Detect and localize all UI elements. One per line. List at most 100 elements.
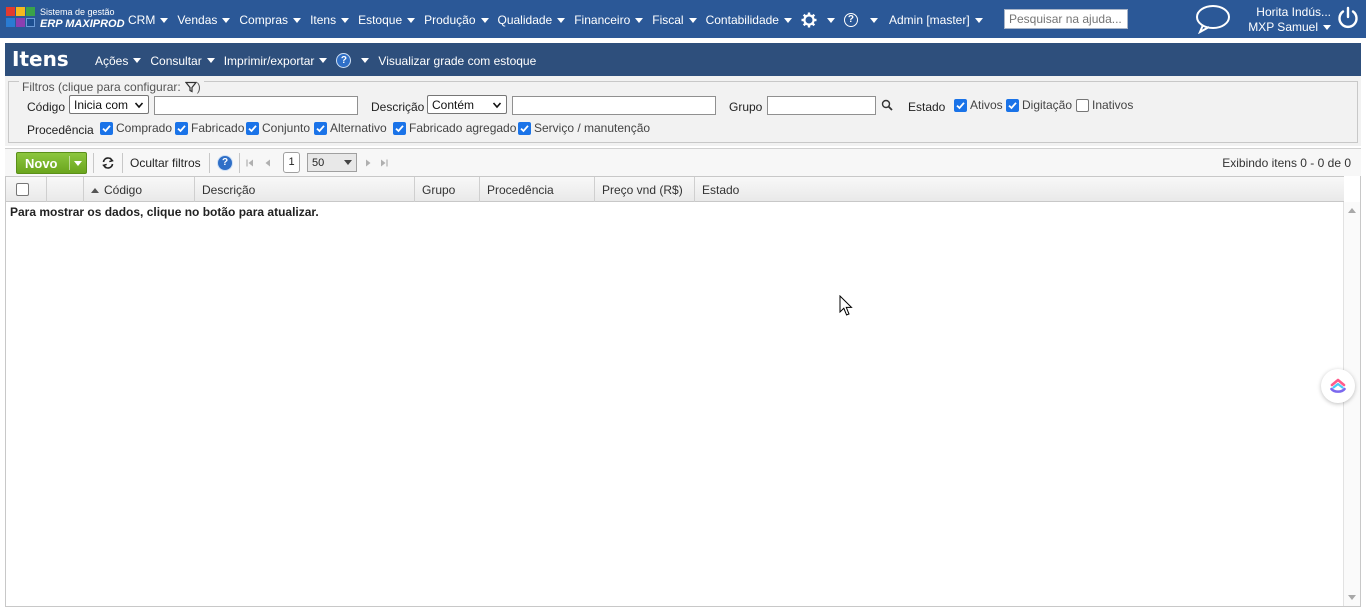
codigo-mode-select[interactable]: Inicia com bbox=[69, 95, 149, 114]
search-icon[interactable] bbox=[881, 99, 893, 111]
novo-button[interactable]: Novo bbox=[16, 152, 87, 174]
proc-servico-checkbox[interactable]: Serviço / manutenção bbox=[518, 121, 650, 135]
question-icon: ? bbox=[843, 13, 858, 27]
menu-financeiro[interactable]: Financeiro bbox=[574, 13, 644, 27]
refresh-icon[interactable] bbox=[101, 156, 115, 170]
brand: Sistema de gestão ERP MAXIPROD bbox=[40, 6, 125, 30]
clickup-logo-icon bbox=[1330, 378, 1346, 393]
checkbox-checked-icon bbox=[393, 121, 406, 135]
caret-down-icon bbox=[206, 58, 215, 63]
previous-page-icon[interactable] bbox=[263, 158, 273, 168]
select-all-cell[interactable] bbox=[6, 177, 47, 202]
menu-qualidade[interactable]: Qualidade bbox=[498, 13, 566, 27]
menu-compras[interactable]: Compras bbox=[239, 13, 302, 27]
caret-down-icon bbox=[222, 17, 231, 23]
grid-toolbar: Novo Ocultar filtros ? 1 50 Exibindo ite… bbox=[5, 148, 1361, 176]
divider bbox=[69, 156, 70, 170]
checkbox-checked-icon bbox=[954, 98, 967, 112]
descricao-label: Descrição bbox=[371, 100, 425, 114]
grupo-input[interactable] bbox=[767, 96, 876, 115]
caret-down-icon bbox=[344, 160, 352, 165]
menu-crm[interactable]: CRM bbox=[128, 13, 169, 27]
company-name: Horita Indús... bbox=[1256, 5, 1331, 19]
page-help-menu[interactable]: ? bbox=[336, 53, 370, 68]
next-page-icon[interactable] bbox=[363, 158, 373, 168]
caret-down-icon bbox=[361, 58, 370, 63]
grid-vertical-scrollbar[interactable] bbox=[1343, 202, 1360, 606]
estado-digitacao-checkbox[interactable]: Digitação bbox=[1006, 98, 1072, 112]
filters-panel: Filtros (clique para configurar: ) Códig… bbox=[5, 76, 1361, 146]
select-all-checkbox[interactable] bbox=[16, 183, 29, 196]
col-procedencia[interactable]: Procedência bbox=[480, 177, 595, 202]
top-navigation-bar: Sistema de gestão ERP MAXIPROD CRM Venda… bbox=[0, 0, 1366, 38]
filters-legend[interactable]: Filtros (clique para configurar: ) bbox=[19, 80, 204, 94]
filter-funnel-icon[interactable] bbox=[184, 81, 197, 93]
caret-down-icon bbox=[974, 17, 983, 23]
caret-down-icon bbox=[826, 17, 835, 23]
chevron-down-icon bbox=[134, 101, 144, 108]
proc-fabricado-agregado-checkbox[interactable]: Fabricado agregado bbox=[393, 121, 516, 135]
help-menu[interactable]: ? bbox=[843, 13, 878, 27]
consult-menu[interactable]: Consultar bbox=[150, 54, 215, 68]
codigo-label: Código bbox=[27, 100, 66, 114]
help-search-input[interactable] bbox=[1004, 9, 1128, 29]
page-number-input[interactable]: 1 bbox=[283, 152, 300, 173]
caret-down-icon bbox=[133, 58, 142, 63]
proc-comprado-checkbox[interactable]: Comprado bbox=[100, 121, 172, 135]
divider bbox=[209, 153, 210, 173]
clickup-widget-button[interactable] bbox=[1321, 369, 1355, 403]
actions-menu[interactable]: Ações bbox=[95, 54, 142, 68]
maxiprod-logo[interactable] bbox=[6, 7, 36, 31]
first-page-icon[interactable] bbox=[245, 158, 255, 168]
help-icon[interactable]: ? bbox=[217, 155, 233, 171]
admin-menu[interactable]: Admin [master] bbox=[889, 13, 983, 27]
menu-fiscal[interactable]: Fiscal bbox=[652, 13, 697, 27]
hide-filters-button[interactable]: Ocultar filtros bbox=[130, 156, 201, 170]
caret-down-icon bbox=[688, 17, 697, 23]
checkbox-checked-icon bbox=[1006, 98, 1019, 112]
checkbox-checked-icon bbox=[246, 121, 259, 135]
codigo-input[interactable] bbox=[154, 96, 358, 115]
caret-down-icon bbox=[635, 17, 644, 23]
menu-itens[interactable]: Itens bbox=[310, 13, 350, 27]
mouse-cursor-icon bbox=[839, 295, 853, 316]
estado-ativos-checkbox[interactable]: Ativos bbox=[954, 98, 1003, 112]
checkbox-checked-icon bbox=[175, 121, 188, 135]
proc-conjunto-checkbox[interactable]: Conjunto bbox=[246, 121, 310, 135]
last-page-icon[interactable] bbox=[379, 158, 389, 168]
chevron-down-icon bbox=[492, 101, 502, 108]
user-info[interactable]: Horita Indús... MXP Samuel bbox=[1236, 5, 1331, 35]
grid-stock-link[interactable]: Visualizar grade com estoque bbox=[378, 54, 536, 68]
chat-icon[interactable] bbox=[1194, 4, 1232, 34]
scroll-up-icon[interactable] bbox=[1348, 208, 1356, 213]
col-descricao[interactable]: Descrição bbox=[195, 177, 415, 202]
col-grupo[interactable]: Grupo bbox=[415, 177, 480, 202]
grupo-label: Grupo bbox=[729, 100, 763, 114]
menu-contabilidade[interactable]: Contabilidade bbox=[706, 13, 792, 27]
proc-fabricado-checkbox[interactable]: Fabricado bbox=[175, 121, 244, 135]
brand-subtitle: Sistema de gestão bbox=[40, 7, 115, 17]
caret-down-icon bbox=[319, 58, 328, 63]
caret-down-icon bbox=[160, 17, 169, 23]
col-estado[interactable]: Estado bbox=[695, 177, 1344, 202]
menu-estoque[interactable]: Estoque bbox=[358, 13, 416, 27]
caret-down-icon bbox=[480, 17, 489, 23]
col-preco-venda[interactable]: Preço vnd (R$) bbox=[595, 177, 695, 202]
caret-down-icon bbox=[557, 17, 566, 23]
caret-down-icon[interactable] bbox=[74, 161, 82, 166]
col-codigo[interactable]: Código bbox=[84, 177, 195, 202]
proc-alternativo-checkbox[interactable]: Alternativo bbox=[314, 121, 387, 135]
page-size-select[interactable]: 50 bbox=[307, 153, 357, 172]
estado-inativos-checkbox[interactable]: Inativos bbox=[1076, 98, 1133, 112]
items-grid: Código Descrição Grupo Procedência Preço… bbox=[5, 176, 1361, 607]
print-export-menu[interactable]: Imprimir/exportar bbox=[224, 54, 328, 68]
checkbox-unchecked-icon bbox=[1076, 98, 1089, 112]
power-icon[interactable] bbox=[1336, 6, 1360, 30]
scroll-down-icon[interactable] bbox=[1348, 595, 1356, 600]
records-info: Exibindo itens 0 - 0 de 0 bbox=[1222, 156, 1351, 170]
settings-menu[interactable] bbox=[801, 12, 835, 28]
menu-producao[interactable]: Produção bbox=[424, 13, 489, 27]
menu-vendas[interactable]: Vendas bbox=[177, 13, 231, 27]
descricao-input[interactable] bbox=[512, 96, 716, 115]
descricao-mode-select[interactable]: Contém bbox=[427, 95, 507, 114]
